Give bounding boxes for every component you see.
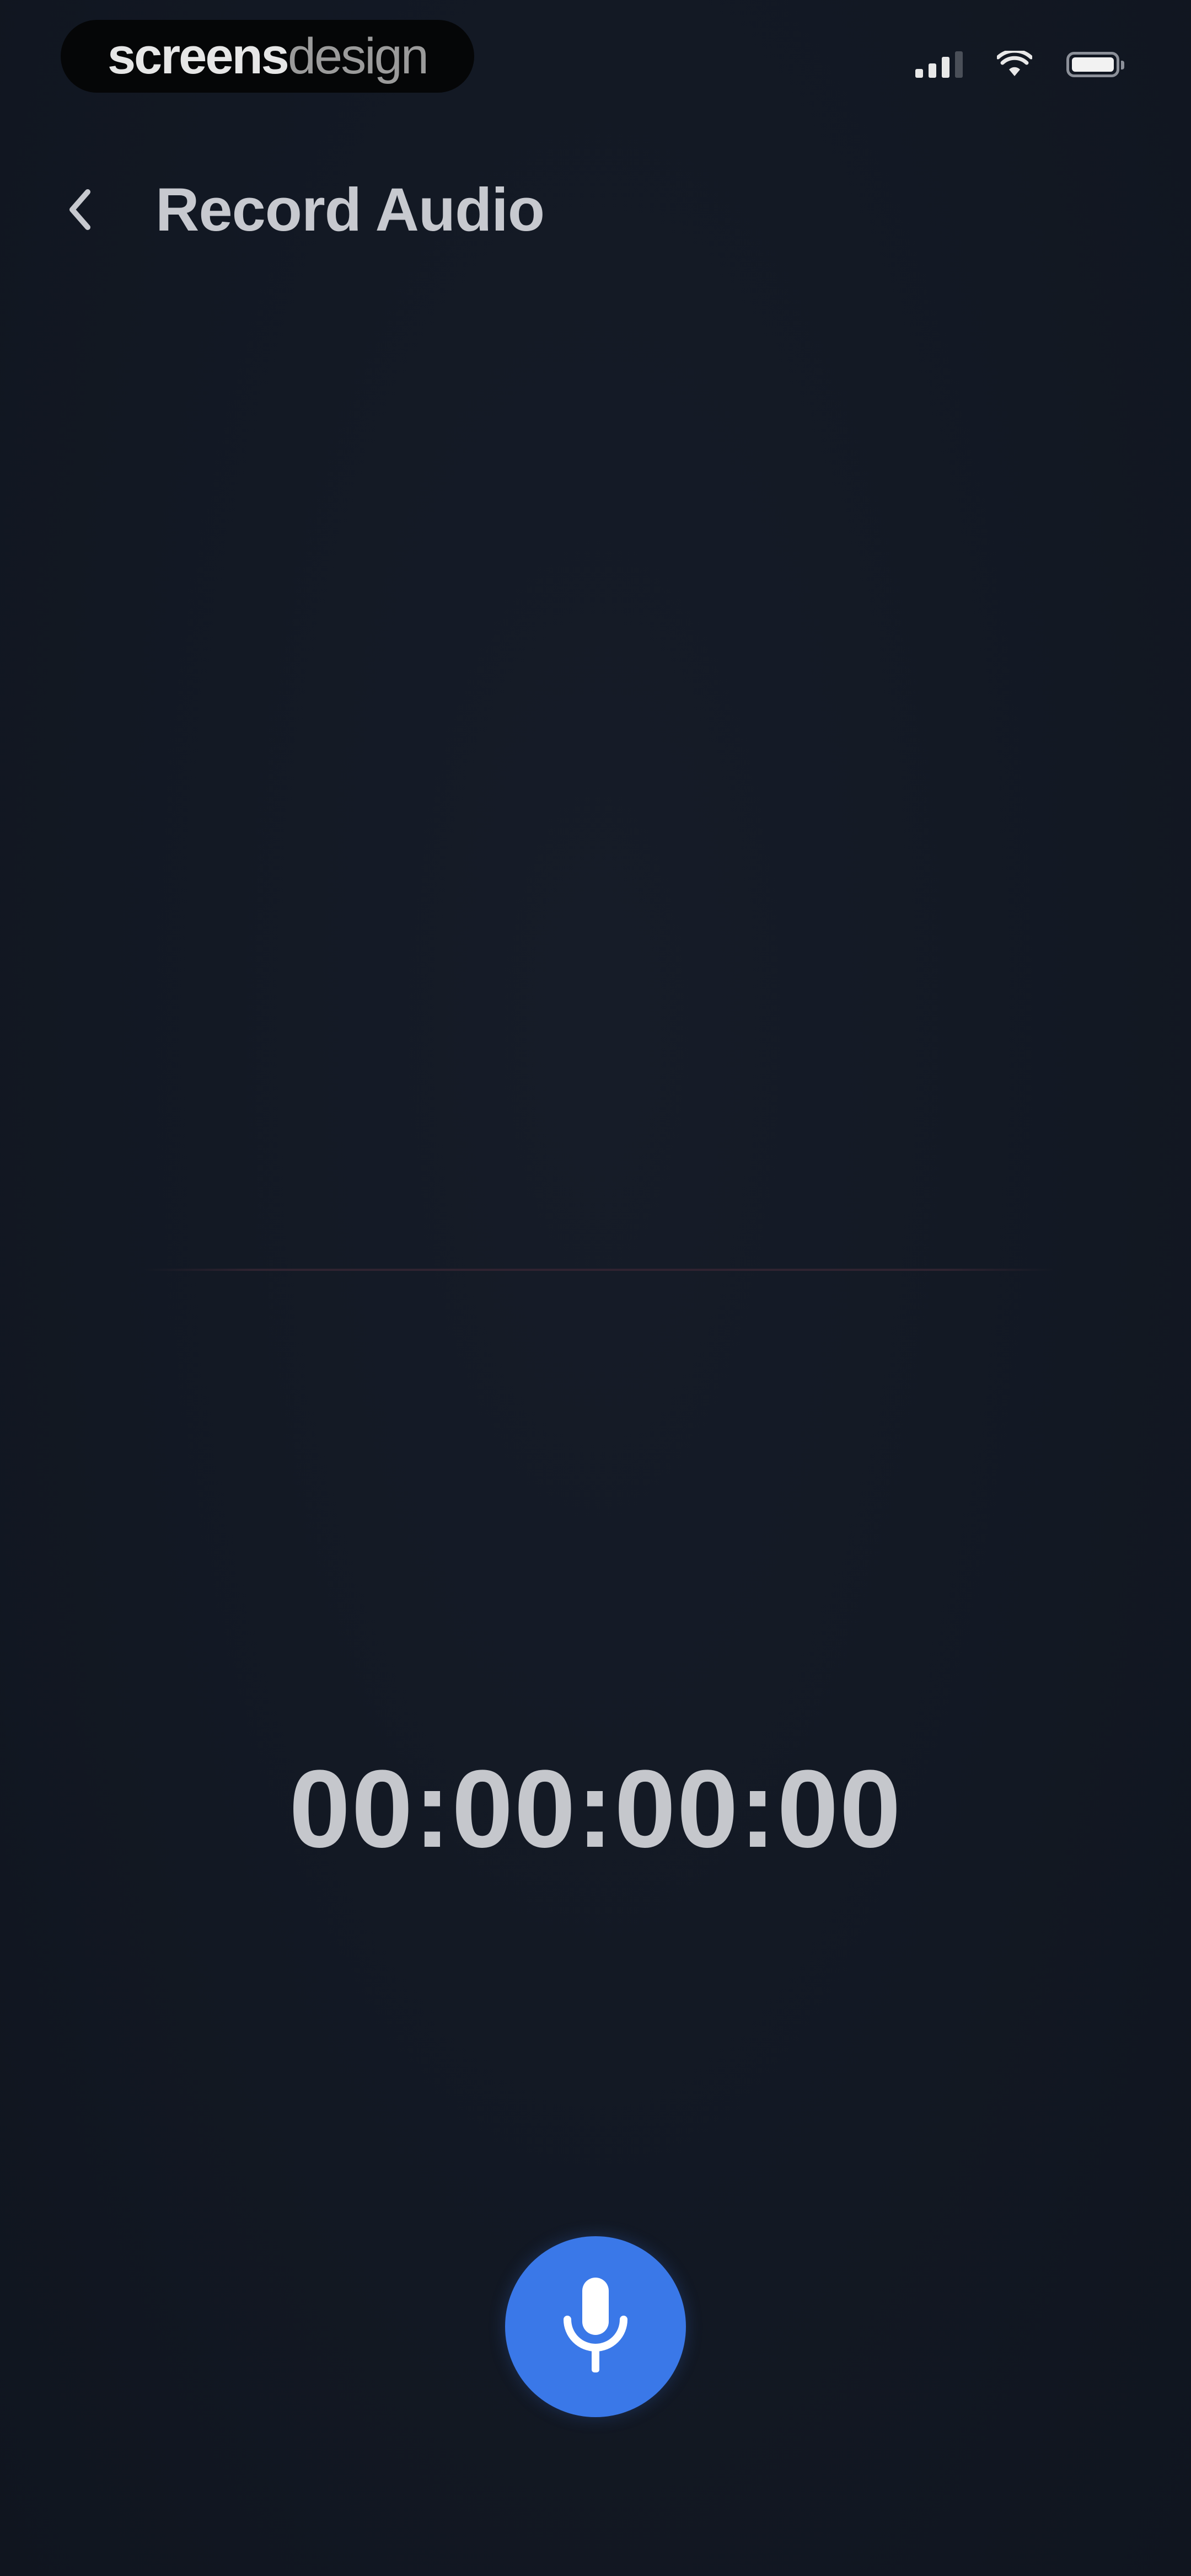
watermark-strong-text: screens bbox=[108, 28, 289, 84]
record-button[interactable] bbox=[505, 2236, 686, 2417]
page-title: Record Audio bbox=[155, 176, 545, 244]
record-audio-screen: screens design Record Audio 00:00:00:00 bbox=[0, 0, 1191, 2576]
back-button[interactable] bbox=[55, 177, 105, 243]
wifi-icon bbox=[997, 51, 1032, 76]
status-icons bbox=[915, 51, 1124, 78]
recording-timer: 00:00:00:00 bbox=[289, 1747, 902, 1870]
cellular-signal-icon bbox=[915, 51, 963, 78]
chevron-left-icon bbox=[69, 189, 90, 230]
screensdesign-watermark: screens design bbox=[61, 20, 474, 93]
battery-icon bbox=[1066, 52, 1124, 77]
microphone-icon bbox=[564, 2278, 627, 2372]
waveform-baseline bbox=[144, 1269, 1054, 1271]
watermark-light-text: design bbox=[287, 28, 429, 84]
